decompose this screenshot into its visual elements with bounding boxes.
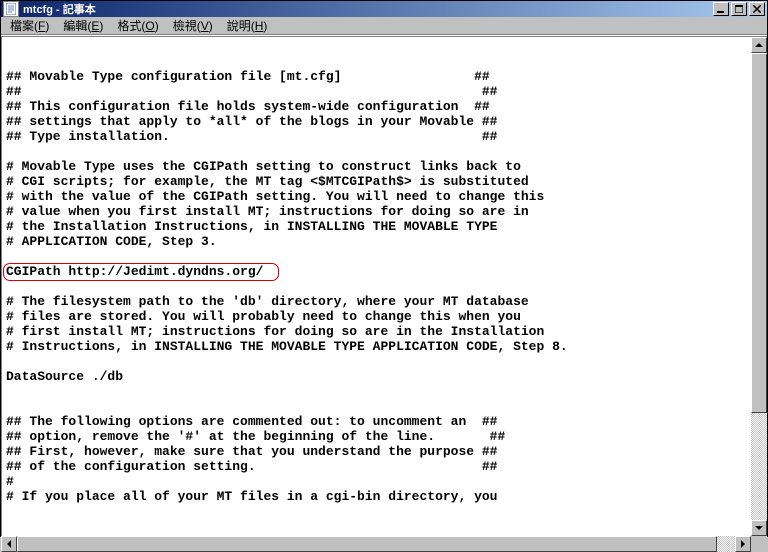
- minimize-button[interactable]: [713, 2, 729, 16]
- editor-line: DataSource ./db: [6, 369, 747, 384]
- vertical-scrollbar[interactable]: [751, 36, 767, 536]
- text-editor[interactable]: ## Movable Type configuration file [mt.c…: [1, 36, 751, 536]
- editor-line: # the Installation Instructions, in INST…: [6, 219, 747, 234]
- editor-line: [6, 249, 747, 264]
- menubar: 檔案(F) 編輯(E) 格式(O) 檢視(V) 說明(H): [1, 17, 767, 35]
- scroll-thumb-vertical[interactable]: [751, 53, 767, 413]
- close-button[interactable]: [749, 2, 765, 16]
- editor-line: ## First, however, make sure that you un…: [6, 444, 747, 459]
- editor-line: ## option, remove the '#' at the beginni…: [6, 429, 747, 444]
- scroll-thumb-horizontal[interactable]: [17, 536, 717, 552]
- menu-help[interactable]: 說明(H): [220, 15, 275, 36]
- editor-line: [6, 144, 747, 159]
- editor-line: ## of the configuration setting. ##: [6, 459, 747, 474]
- editor-line: # The filesystem path to the 'db' direct…: [6, 294, 747, 309]
- menu-file[interactable]: 檔案(F): [3, 15, 56, 36]
- scrollbar-corner: [751, 536, 767, 552]
- editor-line: ## Type installation. ##: [6, 129, 747, 144]
- window-controls: [711, 2, 765, 16]
- editor-line: ## This configuration file holds system-…: [6, 99, 747, 114]
- scroll-right-button[interactable]: [735, 536, 751, 552]
- editor-line: # first install MT; instructions for doi…: [6, 324, 747, 339]
- editor-line: [6, 384, 747, 399]
- content-area: ## Movable Type configuration file [mt.c…: [1, 36, 767, 536]
- editor-line: # APPLICATION CODE, Step 3.: [6, 234, 747, 249]
- horizontal-scrollbar[interactable]: [1, 536, 767, 552]
- editor-line: # Instructions, in INSTALLING THE MOVABL…: [6, 339, 747, 354]
- scroll-left-button[interactable]: [1, 536, 17, 552]
- content-wrap: ## Movable Type configuration file [mt.c…: [1, 35, 767, 552]
- editor-line: [6, 399, 747, 414]
- editor-line: # Movable Type uses the CGIPath setting …: [6, 159, 747, 174]
- menu-format[interactable]: 格式(O): [110, 15, 165, 36]
- editor-line: [6, 279, 747, 294]
- editor-line: # files are stored. You will probably ne…: [6, 309, 747, 324]
- editor-line: #: [6, 474, 747, 489]
- editor-line: ## ##: [6, 84, 747, 99]
- menu-edit[interactable]: 編輯(E): [56, 15, 110, 36]
- editor-line: ## settings that apply to *all* of the b…: [6, 114, 747, 129]
- menu-view[interactable]: 檢視(V): [166, 15, 220, 36]
- editor-line: # If you place all of your MT files in a…: [6, 489, 747, 504]
- editor-line: CGIPath http://Jedimt.dyndns.org/: [6, 264, 747, 279]
- editor-line: ## The following options are commented o…: [6, 414, 747, 429]
- maximize-button[interactable]: [731, 2, 747, 16]
- editor-line: # with the value of the CGIPath setting.…: [6, 189, 747, 204]
- scroll-track-vertical[interactable]: [751, 53, 767, 520]
- scroll-down-button[interactable]: [751, 520, 767, 536]
- scroll-up-button[interactable]: [751, 37, 767, 53]
- editor-line: # CGI scripts; for example, the MT tag <…: [6, 174, 747, 189]
- editor-line: # value when you first install MT; instr…: [6, 204, 747, 219]
- notepad-window: mtcfg - 記事本 檔案(F) 編輯(E) 格式(O) 檢視(V) 說明(H…: [1, 1, 767, 536]
- scroll-track-horizontal[interactable]: [17, 536, 735, 552]
- editor-line: ## Movable Type configuration file [mt.c…: [6, 69, 747, 84]
- editor-line: [6, 354, 747, 369]
